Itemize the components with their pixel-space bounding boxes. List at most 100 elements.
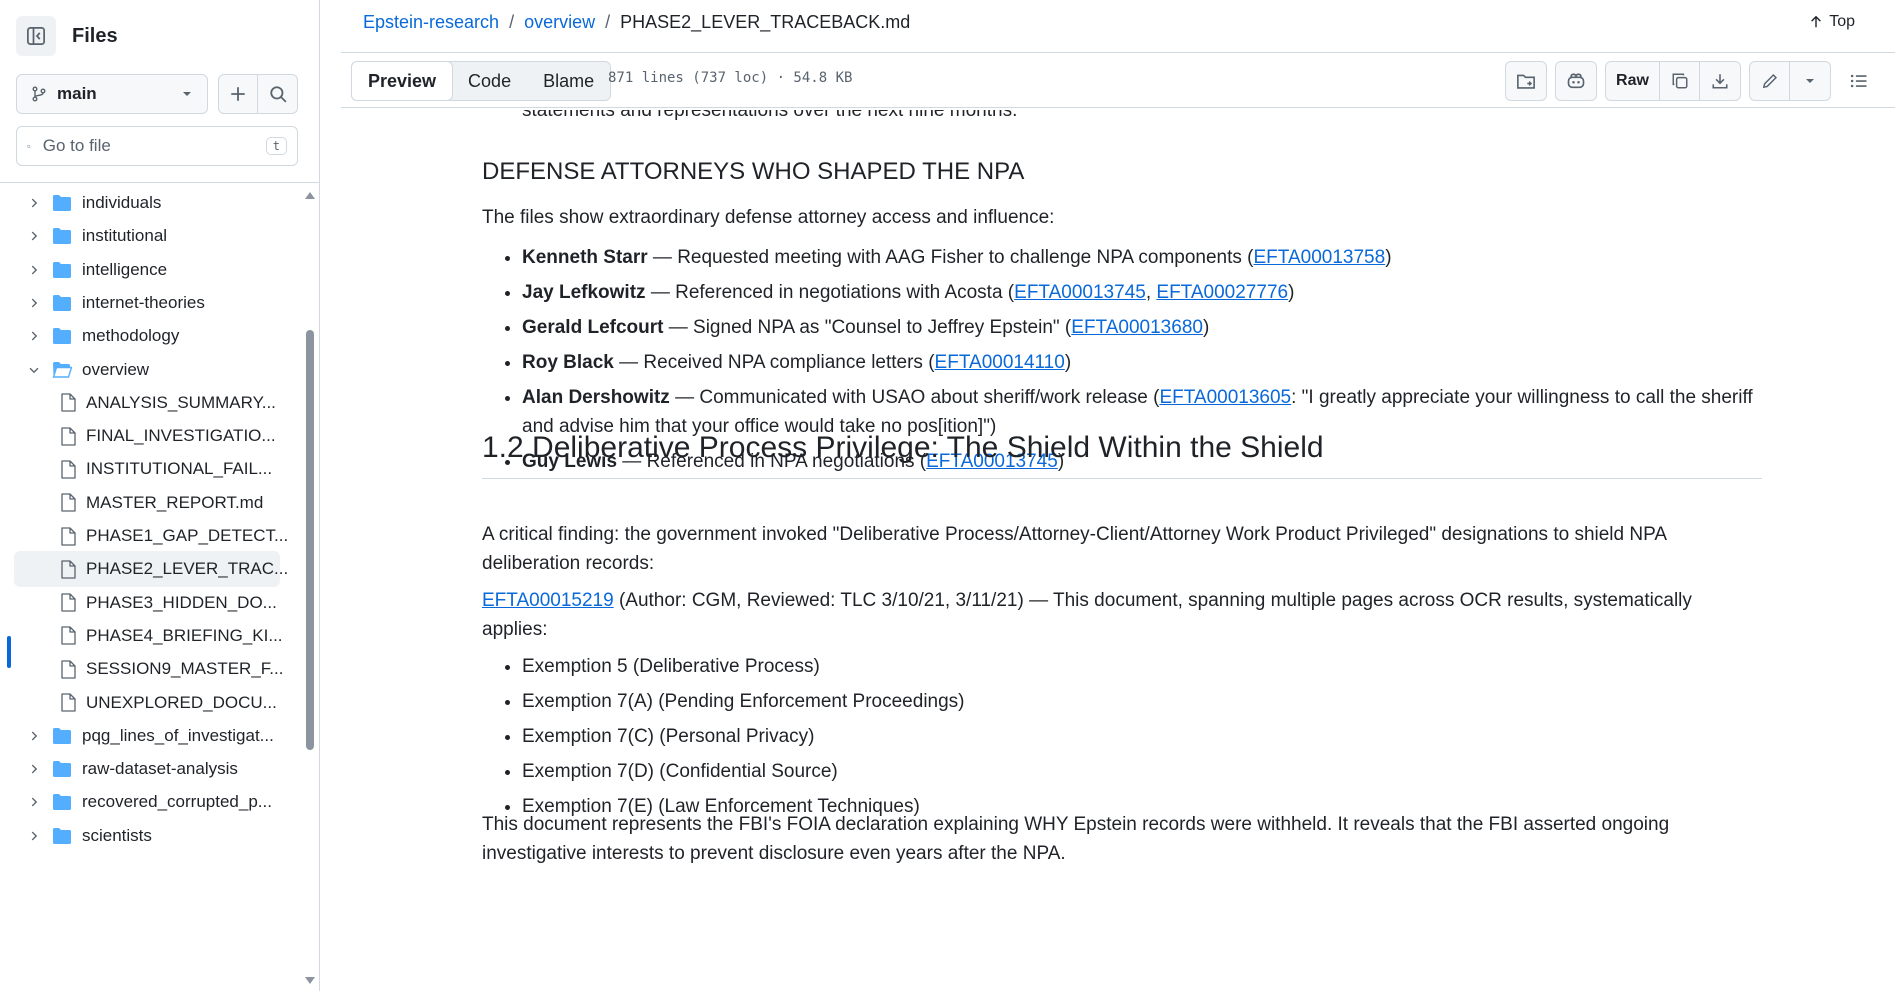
tree-item-name: PHASE3_HIDDEN_DO... [86,592,277,612]
breadcrumb-repo-link[interactable]: Epstein-research [363,12,499,33]
attorney-description-end: ) [1064,352,1072,373]
tree-file[interactable]: PHASE2_LEVER_TRAC... [14,551,288,588]
file-icon [60,393,76,412]
tree-folder[interactable]: institutional [14,218,280,254]
tree-file[interactable]: ANALYSIS_SUMMARY... [14,385,280,421]
fbi-foia-paragraph: This document represents the FBI's FOIA … [482,814,1670,864]
tree-folder[interactable]: internet-theories [14,285,280,321]
sidebar-scrollbar[interactable] [300,186,320,991]
sidebar-scroll-thumb[interactable] [306,330,314,750]
attorney-description: — Referenced in negotiations with Acosta… [645,282,1015,303]
sidebar-collapse-icon [27,27,45,45]
download-raw-button[interactable] [1700,62,1740,100]
selected-item-indicator [7,636,11,668]
attorney-description: — Received NPA compliance letters ( [613,352,935,373]
search-files-button[interactable] [258,75,297,113]
open-in-folder-button[interactable] [1505,61,1547,101]
sidebar-title: Files [72,24,118,47]
collapse-sidebar-button[interactable] [16,16,56,56]
branch-name: main [57,84,97,103]
tab-preview[interactable]: Preview [351,61,454,101]
tree-actions [218,74,298,114]
caret-down-icon [183,92,191,96]
tree-file[interactable]: FINAL_INVESTIGATIO... [14,418,280,454]
tree-folder[interactable]: overview [14,352,280,388]
git-branch-icon [32,86,46,102]
file-icon [60,426,76,446]
efta-reference-link[interactable]: EFTA00013605 [1159,387,1291,408]
sidebar-divider [0,182,320,183]
chevron-right-icon[interactable] [24,296,44,310]
edit-group [1749,61,1831,101]
tree-file[interactable]: MASTER_REPORT.md [14,485,280,521]
tree-file[interactable]: PHASE1_GAP_DETECT... [14,518,288,554]
file-directory-icon [1517,74,1535,89]
tree-item-name: individuals [82,193,162,212]
attorney-name: Kenneth Starr [522,247,648,268]
back-to-top-link[interactable]: Top [1809,13,1855,31]
file-icon [60,560,76,579]
folder-icon [52,327,72,345]
tree-file[interactable]: INSTITUTIONAL_FAIL... [14,451,280,487]
chevron-down-icon[interactable] [24,363,44,377]
raw-button[interactable]: Raw [1606,62,1660,100]
tree-folder[interactable]: raw-dataset-analysis [14,751,280,787]
copy-raw-button[interactable] [1660,62,1700,100]
scroll-down-arrow-icon[interactable] [304,976,316,986]
tree-folder[interactable]: intelligence [14,252,280,288]
chevron-right-icon[interactable] [24,795,44,809]
efta-reference-link[interactable]: EFTA00013745 [1014,282,1146,303]
branch-controls: main [16,74,298,114]
chevron-right-icon[interactable] [24,229,44,243]
efta-reference-link[interactable]: EFTA00015219 [482,590,614,611]
tab-blame[interactable]: Blame [527,62,610,100]
tree-item-name: MASTER_REPORT.md [86,492,264,512]
chevron-right-icon[interactable] [24,762,44,776]
tree-folder[interactable]: scientists [14,818,280,854]
add-file-button[interactable] [219,75,259,113]
edit-options-dropdown[interactable] [1790,62,1830,100]
copilot-button[interactable] [1555,61,1597,101]
exemption-list-item: Exemption 5 (Deliberative Process) [522,652,1762,681]
branch-selector[interactable]: main [16,74,208,114]
chevron-right-icon[interactable] [24,329,44,343]
edit-file-button[interactable] [1750,62,1790,100]
efta-reference-link[interactable]: EFTA00013680 [1071,317,1203,338]
tree-file[interactable]: PHASE4_BRIEFING_KI... [14,618,283,654]
tree-folder[interactable]: individuals [14,185,280,221]
section-heading-deliberative-privilege: 1.2 Deliberative Process Privilege: The … [482,428,1762,479]
chevron-right-icon[interactable] [24,263,44,277]
efta-reference-link[interactable]: EFTA00027776 [1156,282,1288,303]
cut-off-paragraph: statements and representations over the … [522,110,1018,121]
tree-folder[interactable]: recovered_corrupted_p... [14,784,280,820]
tree-item-name: PHASE1_GAP_DETECT... [86,526,289,545]
list-unordered-icon [1850,74,1867,88]
attorney-name: Roy Black [522,352,614,373]
exemption-list-item: Exemption 7(A) (Pending Enforcement Proc… [522,687,1762,716]
chevron-right-icon[interactable] [24,729,44,743]
shortcut-hint: t [265,137,287,155]
caret-down-icon [1806,79,1814,83]
scroll-up-arrow-icon[interactable] [304,190,316,200]
go-to-file-input[interactable] [40,135,266,157]
tree-item-name: institutional [82,226,168,246]
chevron-right-icon[interactable] [24,829,44,843]
tree-folder[interactable]: pqg_lines_of_investigat... [14,718,280,754]
copy-icon [1672,73,1687,89]
chevron-right-icon[interactable] [24,196,44,210]
efta-reference-link[interactable]: EFTA00014110 [935,352,1065,373]
exemption-list-item: Exemption 7(D) (Confidential Source) [522,757,1762,786]
efta-reference-link[interactable]: EFTA00013758 [1254,247,1386,268]
pencil-icon [1762,74,1777,89]
tree-file[interactable]: SESSION9_MASTER_F... [14,651,283,687]
tree-file[interactable]: UNEXPLORED_DOCU... [14,685,280,721]
file-metadata: 871 lines (737 loc) · 54.8 KB [608,70,853,86]
tree-folder[interactable]: methodology [14,318,280,354]
breadcrumb-folder-link[interactable]: overview [524,12,595,33]
folder-icon [52,294,72,312]
outline-button[interactable] [1839,61,1879,101]
tab-code[interactable]: Code [452,62,527,100]
file-toolbar: Preview Code Blame 871 lines (737 loc) ·… [341,52,1895,108]
tree-file[interactable]: PHASE3_HIDDEN_DO... [14,585,280,621]
tree-item-name: UNEXPLORED_DOCU... [86,692,277,712]
